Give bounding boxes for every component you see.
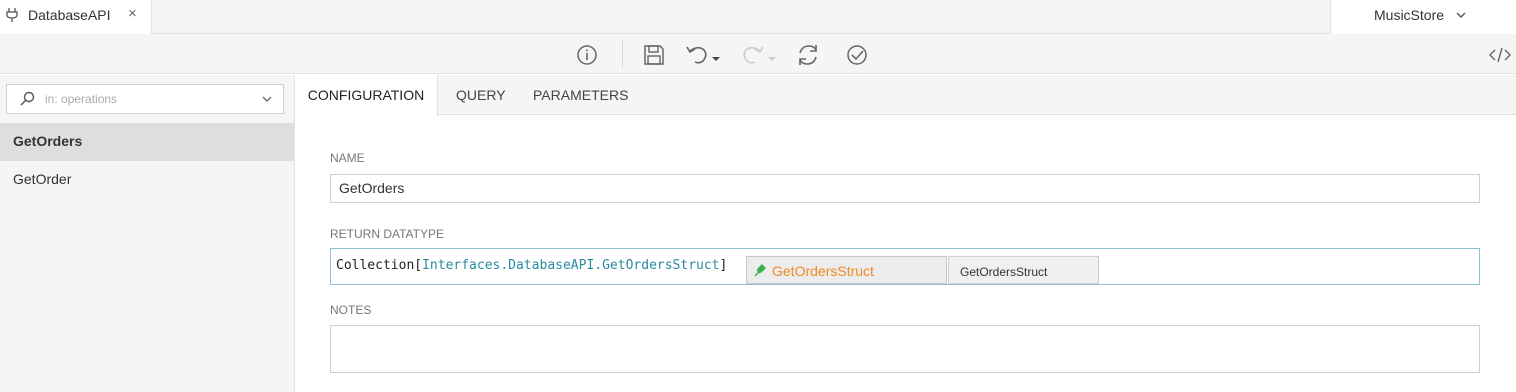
return-path: Interfaces.DatabaseAPI.GetOrdersStruct — [422, 258, 720, 273]
tab-bar: DatabaseAPI × MusicStore — [0, 0, 1516, 34]
search-input[interactable] — [45, 90, 245, 108]
redo-button[interactable] — [740, 42, 780, 68]
operation-item-getorder[interactable]: GetOrder — [0, 161, 294, 199]
return-datatype-label: RETURN DATATYPE — [330, 227, 445, 241]
tab-title: DatabaseAPI — [28, 7, 111, 23]
close-icon[interactable]: × — [128, 5, 137, 22]
plug-icon — [6, 8, 18, 22]
return-prefix: Collection[ — [336, 258, 423, 273]
save-icon — [644, 45, 664, 65]
suggestion-text: GetOrdersStruct — [772, 263, 874, 279]
validate-button[interactable] — [844, 42, 870, 68]
undo-icon — [686, 46, 720, 64]
autocomplete-suggestion-primary[interactable]: GetOrdersStruct — [746, 256, 947, 284]
autocomplete-suggestion-secondary[interactable]: GetOrdersStruct — [948, 256, 1099, 284]
notes-label: NOTES — [330, 303, 372, 317]
toolbar — [0, 34, 1516, 74]
return-datatype-field[interactable]: Collection[Interfaces.DatabaseAPI.GetOrd… — [330, 248, 1480, 285]
operations-search[interactable] — [6, 84, 284, 114]
project-selector[interactable]: MusicStore — [1330, 0, 1516, 34]
configuration-form: NAME GetOrders RETURN DATATYPE Collectio… — [296, 116, 1516, 392]
suggestion-text: GetOrdersStruct — [960, 265, 1048, 279]
refresh-icon — [799, 45, 817, 65]
return-suffix: ] — [719, 258, 728, 273]
undo-button[interactable] — [684, 42, 724, 68]
validate-icon — [847, 45, 867, 65]
info-icon — [577, 45, 597, 65]
tab-query[interactable]: QUERY — [456, 75, 506, 116]
chevron-down-icon[interactable] — [261, 94, 273, 104]
notes-field[interactable] — [330, 325, 1480, 373]
save-button[interactable] — [641, 42, 667, 68]
tab-databaseapi[interactable]: DatabaseAPI × — [0, 0, 152, 34]
code-view-icon — [1489, 47, 1511, 63]
tab-configuration[interactable]: CONFIGURATION — [295, 75, 438, 116]
return-datatype-value: Collection[Interfaces.DatabaseAPI.GetOrd… — [336, 258, 727, 273]
operation-item-getorders[interactable]: GetOrders — [0, 123, 294, 161]
operations-panel: GetOrders GetOrder — [0, 75, 295, 392]
search-icon — [20, 91, 35, 106]
refresh-button[interactable] — [795, 42, 821, 68]
tab-parameters[interactable]: PARAMETERS — [533, 75, 628, 116]
info-button[interactable] — [574, 42, 600, 68]
code-view-button[interactable] — [1487, 42, 1513, 68]
toolbar-divider — [622, 40, 623, 68]
editor-tabs: CONFIGURATION QUERY PARAMETERS — [295, 75, 1516, 116]
chevron-down-icon — [1456, 12, 1466, 18]
project-name: MusicStore — [1374, 7, 1445, 23]
name-label: NAME — [330, 151, 365, 165]
redo-icon — [743, 46, 776, 64]
name-field[interactable]: GetOrders — [330, 174, 1480, 203]
plug-icon — [754, 264, 766, 277]
